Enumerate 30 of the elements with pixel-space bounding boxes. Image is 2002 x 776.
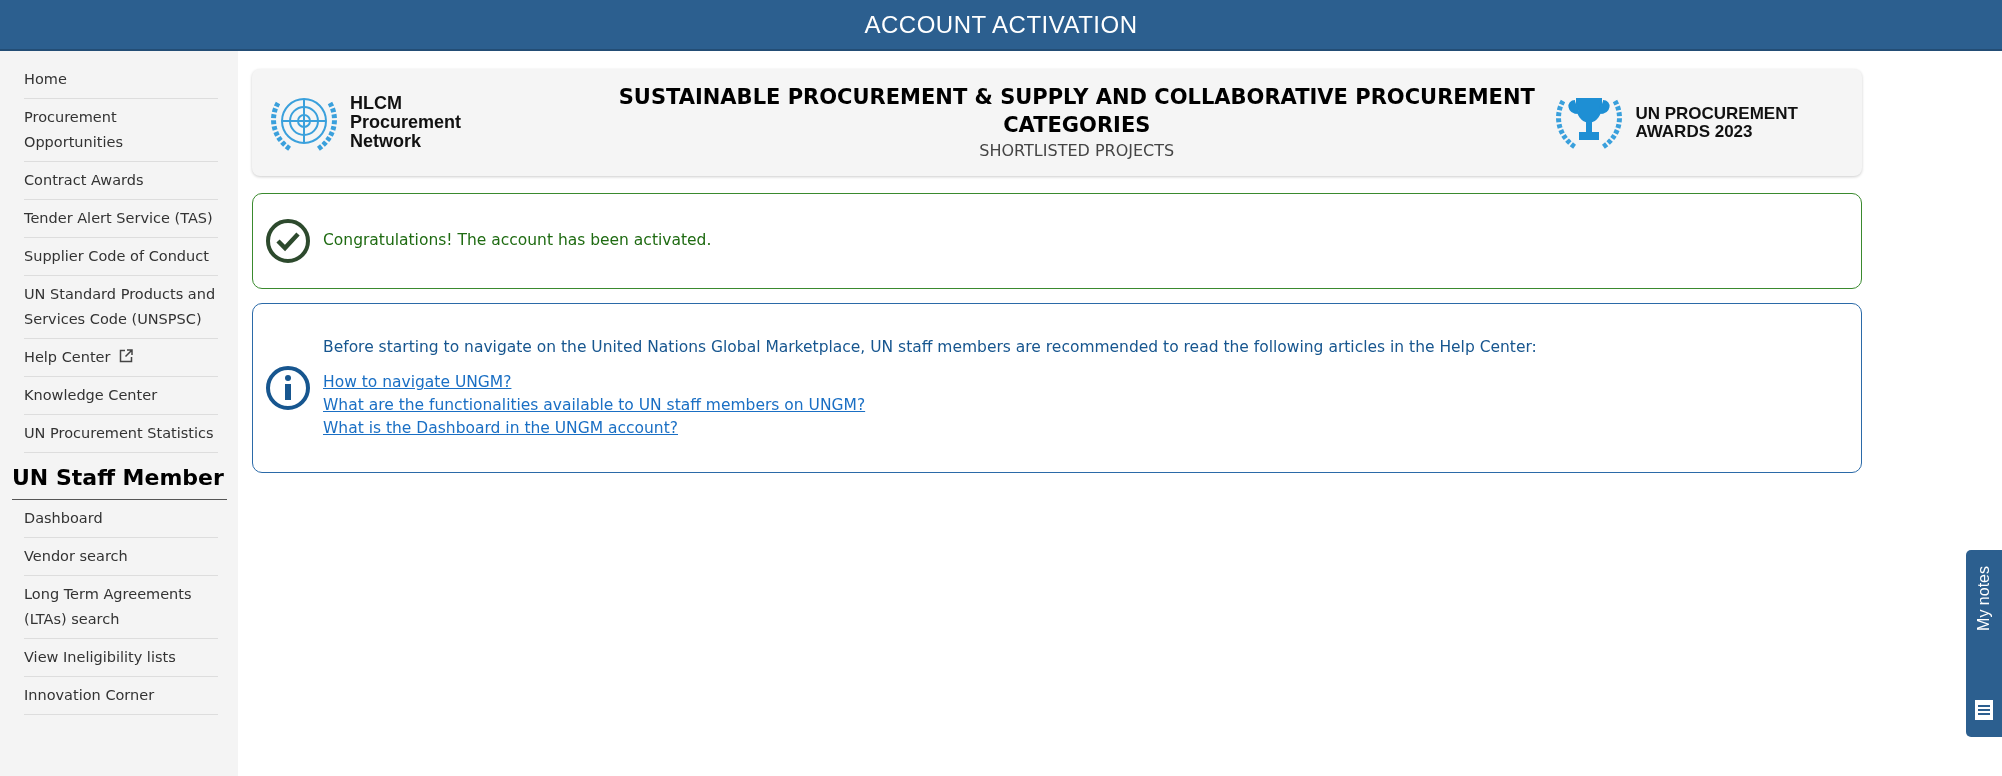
help-link[interactable]: How to navigate UNGM? [323,371,512,395]
sidebar-link[interactable]: Tender Alert Service (TAS) [24,200,218,238]
sidebar-link[interactable]: Knowledge Center [24,377,218,415]
alert-message: Before starting to navigate on the United Nations Global Marketplace, UN staff members are recommended to read the following articles in the Help Center: [323,336,1537,358]
sidebar-link[interactable]: Long Term Agreements (LTAs) search [24,576,218,639]
sidebar-link[interactable]: Dashboard [24,500,218,538]
sidebar-link[interactable]: Help Center [24,339,218,377]
sidebar-link[interactable]: View Ineligibility lists [24,639,218,677]
sidebar-link[interactable]: Innovation Corner [24,677,218,715]
sidebar-link[interactable]: Vendor search [24,538,218,576]
banner-subtitle: SHORTLISTED PROJECTS [978,139,1176,162]
help-link[interactable]: What are the functionalities available to UN staff members on UNGM? [323,394,866,418]
external-link-icon [119,349,134,363]
sidebar-link[interactable]: Procurement Opportunities [24,99,218,162]
banner-title: SUSTAINABLE PROCUREMENT & SUPPLY AND COLLABORATIVE PROCUREMENT CATEGORIES [617,83,1536,139]
sidebar-link[interactable]: Supplier Code of Conduct [24,238,218,276]
alert-message: Congratulations! The account has been activated. [323,230,712,252]
info-icon [265,365,311,411]
help-link[interactable]: What is the Dashboard in the UNGM account? [323,417,678,441]
sidebar-link[interactable]: Contract Awards [24,162,218,200]
logo-text: UN PROCUREMENT AWARDS 2023 [1635,104,1798,141]
notes-icon [1974,699,1994,721]
sidebar-link[interactable]: UN Procurement Statistics [24,415,218,453]
sidebar-link[interactable]: Home [24,61,218,99]
check-circle-icon [265,218,311,264]
section-heading: UN Staff Member [12,453,227,500]
page-title: ACCOUNT ACTIVATION [864,9,1138,40]
logo-text: HLCM Procurement Network [350,94,462,151]
notes-tab[interactable]: My notes [1966,550,2002,737]
sidebar-link[interactable]: UN Standard Products and Services Code (UNSPSC) [24,276,218,339]
